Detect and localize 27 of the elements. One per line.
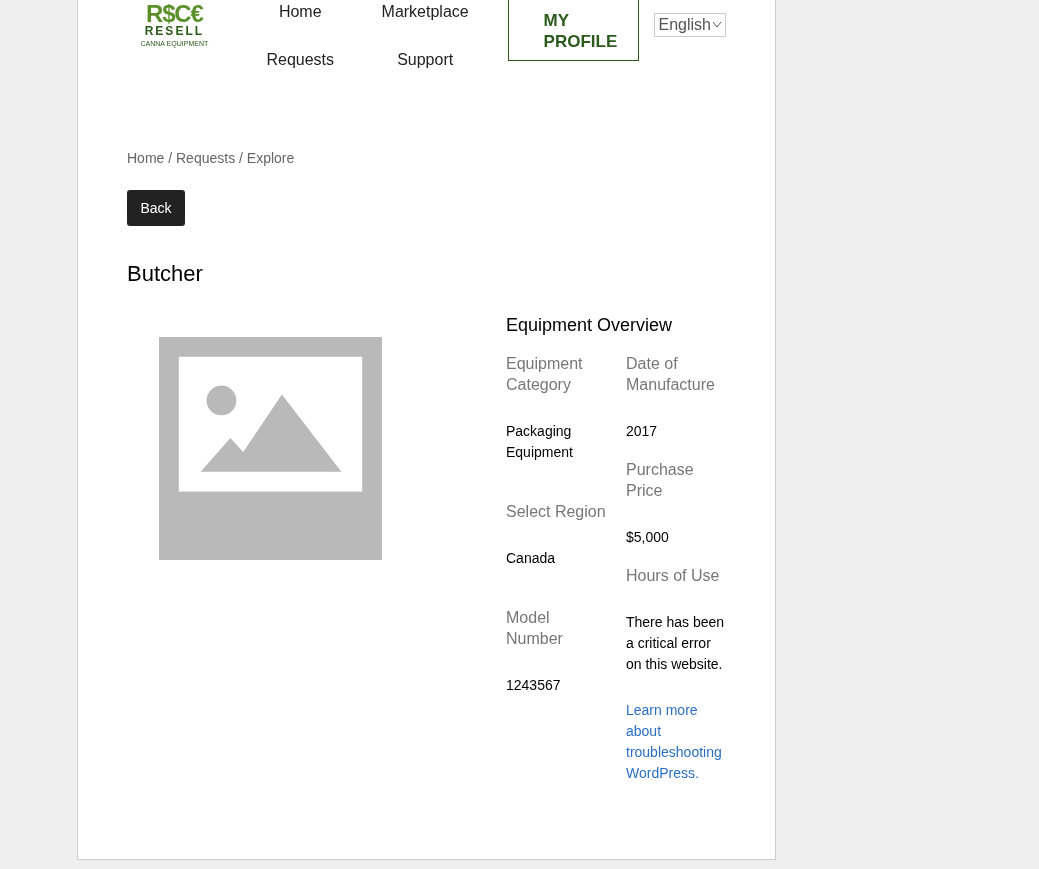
nav-link[interactable]: Support	[397, 48, 454, 72]
field-label: Purchase Price	[626, 460, 695, 501]
section-heading: Equipment Overview	[506, 314, 674, 337]
field-label: Date of Manufacture	[626, 354, 716, 395]
logo-mark: R$C€	[146, 2, 203, 26]
caret-icon	[713, 22, 721, 28]
field-label: Equipment Category	[506, 354, 584, 395]
nav-link[interactable]: Marketplace	[381, 0, 469, 24]
profile-button[interactable]: MY PROFILE	[507, 0, 639, 61]
field-label: Select Region	[506, 502, 606, 522]
nav-link[interactable]: Home	[278, 0, 322, 24]
nav-link[interactable]: Requests	[266, 48, 334, 72]
field-value: There has been a critical error on this website.	[626, 613, 726, 674]
field-value: Canada	[506, 549, 557, 568]
field-label: Hours of Use	[626, 566, 721, 586]
field-value: $5,000	[626, 528, 670, 547]
logo-name: RESELL	[144, 25, 205, 37]
help-link[interactable]: Learn more about troubleshooting WordPress.	[626, 700, 726, 784]
field-label: Model Number	[506, 608, 564, 649]
field-value: 1243567	[506, 676, 562, 695]
image-placeholder-icon	[159, 336, 382, 561]
item-title: Butcher	[127, 260, 204, 288]
back-button[interactable]: Back	[127, 190, 185, 226]
breadcrumb: Home / Requests / Explore	[127, 149, 296, 168]
field-value: Packaging Equipment	[506, 422, 574, 462]
field-value: 2017	[626, 422, 659, 441]
language-select[interactable]: English	[653, 13, 726, 37]
